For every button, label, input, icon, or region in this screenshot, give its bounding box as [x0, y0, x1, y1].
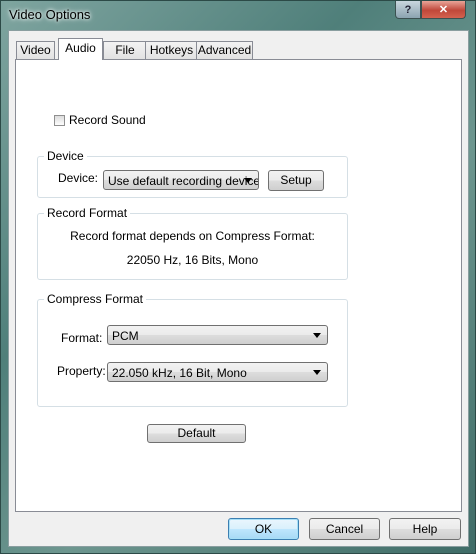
chevron-down-icon: [313, 370, 321, 375]
record-sound-checkbox[interactable]: [54, 115, 65, 126]
default-button[interactable]: Default: [147, 424, 246, 443]
device-select-value: Use default recording device: [108, 174, 259, 188]
record-format-group: Record Format: [37, 206, 348, 280]
tab-advanced[interactable]: Advanced: [196, 41, 253, 59]
tab-audio[interactable]: Audio: [58, 38, 103, 60]
window-frame: Video Options ? ✕ Video Audio File Hotke…: [0, 0, 476, 554]
record-format-description: Record format depends on Compress Format…: [70, 229, 315, 243]
format-select[interactable]: PCM: [107, 325, 328, 345]
record-format-group-title: Record Format: [44, 206, 131, 220]
property-select[interactable]: 22.050 kHz, 16 Bit, Mono: [107, 362, 328, 382]
audio-tab-panel: Record Sound Device Device: Use default …: [15, 59, 462, 512]
compress-format-group: Compress Format: [37, 292, 348, 407]
format-label: Format:: [61, 331, 103, 345]
device-label: Device:: [58, 171, 99, 185]
tab-file[interactable]: File: [103, 41, 147, 59]
tab-hotkeys[interactable]: Hotkeys: [145, 41, 198, 59]
dialog-client: Video Audio File Hotkeys Advanced Record…: [8, 30, 469, 547]
window-title: Video Options: [9, 7, 91, 22]
property-label: Property:: [57, 364, 106, 378]
title-help-button[interactable]: ?: [395, 1, 421, 19]
close-button[interactable]: ✕: [421, 1, 466, 19]
format-select-value: PCM: [112, 329, 139, 343]
record-format-value: 22050 Hz, 16 Bits, Mono: [126, 253, 259, 267]
property-select-value: 22.050 kHz, 16 Bit, Mono: [112, 366, 247, 380]
setup-button[interactable]: Setup: [268, 170, 324, 191]
tab-video[interactable]: Video: [16, 41, 55, 59]
record-sound-label[interactable]: Record Sound: [69, 113, 146, 127]
help-button[interactable]: Help: [389, 518, 461, 540]
cancel-button[interactable]: Cancel: [309, 518, 380, 540]
chevron-down-icon: [244, 178, 252, 183]
device-select[interactable]: Use default recording device: [103, 170, 259, 190]
compress-format-group-title: Compress Format: [44, 292, 147, 306]
chevron-down-icon: [313, 333, 321, 338]
device-group-title: Device: [44, 149, 87, 163]
ok-button[interactable]: OK: [228, 518, 299, 540]
